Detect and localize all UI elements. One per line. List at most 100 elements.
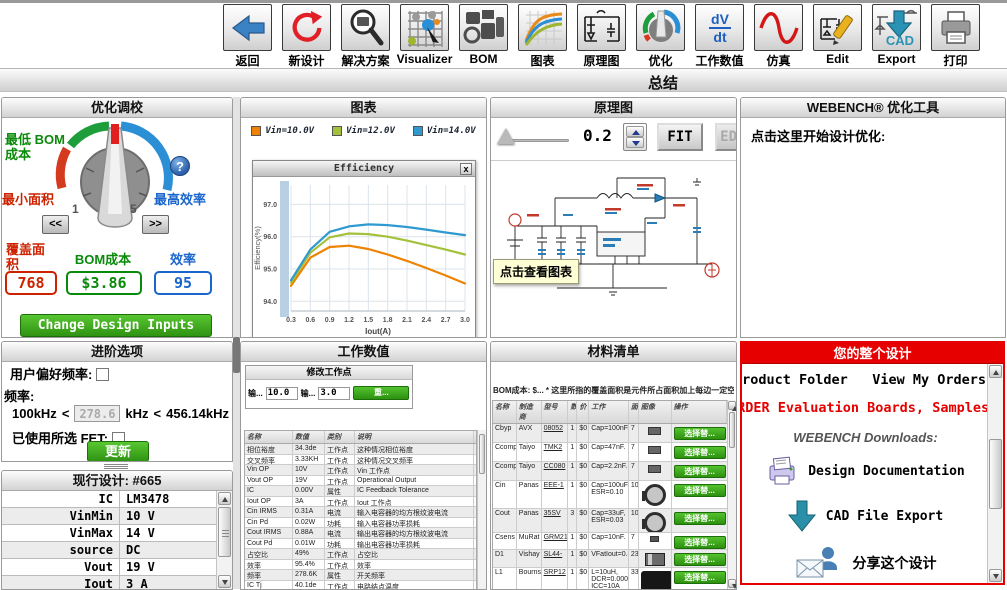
iout-input[interactable]: [318, 386, 351, 400]
metric-eff-label: 效率: [169, 252, 196, 267]
part-number-link[interactable]: 08052: [544, 425, 563, 432]
cad-file-export-item[interactable]: CAD File Export: [742, 500, 989, 532]
solutions-button[interactable]: 解决方案: [336, 3, 395, 68]
select-alternate-button[interactable]: 选择替...: [673, 465, 726, 478]
new-design-label: 新设计: [288, 54, 325, 68]
visualizer-button[interactable]: Visualizer: [395, 3, 454, 68]
bom-cell: 1: [568, 481, 578, 508]
new-design-button[interactable]: 新设计: [277, 3, 336, 68]
spinner-up-icon[interactable]: [626, 126, 644, 137]
svg-text:dV: dV: [711, 11, 730, 27]
bom-cell: 3: [568, 509, 578, 532]
current-design-panel: 现行设计: #665 IC LM3478 VinMin 10 V VinMax 14 V s…: [1, 470, 233, 590]
opvalues-cell: 0.00V: [293, 486, 325, 496]
order-eval-boards-link[interactable]: ORDER Evaluation Boards, Samples,: [742, 400, 997, 416]
scroll-up-icon[interactable]: [218, 492, 231, 505]
start-optimization-link[interactable]: 点击这里开始设计优化:: [741, 118, 1005, 153]
opvalues-row: 相位裕度 34.3de 工作点 这种情况相位裕度: [245, 444, 476, 455]
opvalues-cell: IC Feedback Tolerance: [355, 486, 474, 496]
opvalues-cell: 输出电容器功率损耗: [355, 538, 474, 548]
back-button[interactable]: 返回: [218, 3, 277, 68]
opvalues-cell: 40.1de: [293, 580, 325, 589]
select-alternate-button[interactable]: 选择替...: [673, 512, 726, 525]
bom-scrollbar[interactable]: [727, 400, 736, 589]
view-my-orders-link[interactable]: View My Orders: [872, 372, 986, 388]
zoom-slider-thumb[interactable]: [497, 128, 515, 144]
opvalues-cell: 工作点: [325, 475, 355, 485]
part-number-link[interactable]: GRM21: [544, 534, 568, 541]
table-row: IC LM3478: [2, 491, 216, 508]
opvalues-cell: IC: [245, 486, 293, 496]
part-number-link[interactable]: CC080: [544, 463, 566, 470]
dial-label-min-area: 最小面积: [2, 192, 55, 207]
your-design-scrollbar[interactable]: [987, 364, 1003, 583]
select-alternate-button[interactable]: 选择替...: [673, 427, 726, 440]
svg-text:dt: dt: [713, 29, 727, 45]
horizontal-splitter-grip[interactable]: [98, 463, 134, 469]
back-arrow-icon: [223, 4, 272, 51]
change-design-inputs-button[interactable]: Change Design Inputs: [20, 314, 212, 337]
product-folder-link[interactable]: Product Folder: [742, 372, 848, 388]
update-button[interactable]: 更新: [87, 441, 149, 461]
recalculate-button[interactable]: 重...: [353, 386, 410, 400]
scroll-down-icon[interactable]: [989, 569, 1002, 582]
component-image: [641, 484, 666, 506]
select-alternate-button[interactable]: 选择替...: [673, 571, 726, 584]
schematic-button[interactable]: 原理图: [572, 3, 631, 68]
bom-button[interactable]: BOM: [454, 3, 513, 68]
export-button[interactable]: CAD Export: [867, 3, 926, 68]
bom-cell: Cout: [493, 509, 517, 532]
opvalues-cell: 10V: [293, 465, 325, 475]
table-row: source DC: [2, 542, 216, 559]
opvalues-row: 频率 278.6K 属性 开关频率: [245, 570, 476, 581]
edit-button[interactable]: Edit: [808, 3, 867, 68]
opvalues-cell: 3A: [293, 496, 325, 506]
opvalues-cell: 功耗: [325, 538, 355, 548]
part-number-link[interactable]: 35SV: [544, 510, 561, 517]
view-chart-tooltip[interactable]: 点击查看图表: [493, 259, 580, 284]
pref-freq-checkbox[interactable]: [95, 368, 109, 381]
print-button[interactable]: 打印: [926, 3, 985, 68]
opvalues-scrollbar[interactable]: [477, 430, 486, 589]
bom-cell: $0: [577, 533, 590, 549]
design-param-name: Vout: [2, 559, 120, 575]
help-icon[interactable]: ?: [170, 156, 190, 176]
select-alternate-button[interactable]: 选择替...: [673, 536, 726, 549]
freq-input[interactable]: [74, 405, 121, 422]
simulate-button[interactable]: 仿真: [749, 3, 808, 68]
freq-label: 频率:: [4, 389, 35, 404]
vin-input[interactable]: [265, 386, 298, 400]
scroll-thumb[interactable]: [218, 507, 231, 557]
schematic-panel-title: 原理图: [491, 98, 736, 118]
design-documentation-item[interactable]: Design Documentation: [742, 456, 989, 486]
freq-min: 100kHz: [12, 406, 57, 421]
schematic-drawing[interactable]: [497, 168, 730, 318]
scroll-up-icon[interactable]: [989, 365, 1002, 378]
opvalues-cell: 工作点: [325, 454, 355, 464]
scroll-thumb[interactable]: [989, 439, 1002, 509]
share-design-item[interactable]: 分享这个设计: [742, 546, 989, 580]
splitter-grip[interactable]: [233, 337, 240, 373]
select-alternate-button[interactable]: 选择替...: [673, 553, 726, 566]
opvalues-row: Iout OP 3A 工作点 Iout 工作点: [245, 496, 476, 507]
charts-button[interactable]: 图表: [513, 3, 572, 68]
current-design-scrollbar[interactable]: [216, 491, 232, 589]
fit-button[interactable]: FIT: [657, 123, 703, 151]
bom-cell: VFatIout=0.44V.: [589, 550, 629, 567]
dial-increase-button[interactable]: >>: [142, 215, 169, 234]
close-icon[interactable]: x: [460, 163, 472, 175]
part-number-link[interactable]: SL44-: [544, 551, 563, 558]
select-alternate-button[interactable]: 选择替...: [673, 446, 726, 459]
part-number-link[interactable]: TMK2: [544, 444, 563, 451]
opvalues-cell: 工作点: [325, 465, 355, 475]
dial-decrease-button[interactable]: <<: [42, 215, 69, 234]
select-alternate-button[interactable]: 选择替...: [673, 484, 726, 497]
spinner-down-icon[interactable]: [626, 137, 644, 148]
opvalues-cell: 输入电容器功率损耗: [355, 517, 474, 527]
part-number-link[interactable]: SRP12: [544, 569, 566, 576]
part-number-link[interactable]: EEE-1: [544, 482, 564, 489]
bom-cell: $0: [577, 443, 590, 461]
scroll-down-icon[interactable]: [218, 575, 231, 588]
opvalues-button[interactable]: dV dt 工作数值: [690, 3, 749, 68]
optimize-button[interactable]: 优化: [631, 3, 690, 68]
